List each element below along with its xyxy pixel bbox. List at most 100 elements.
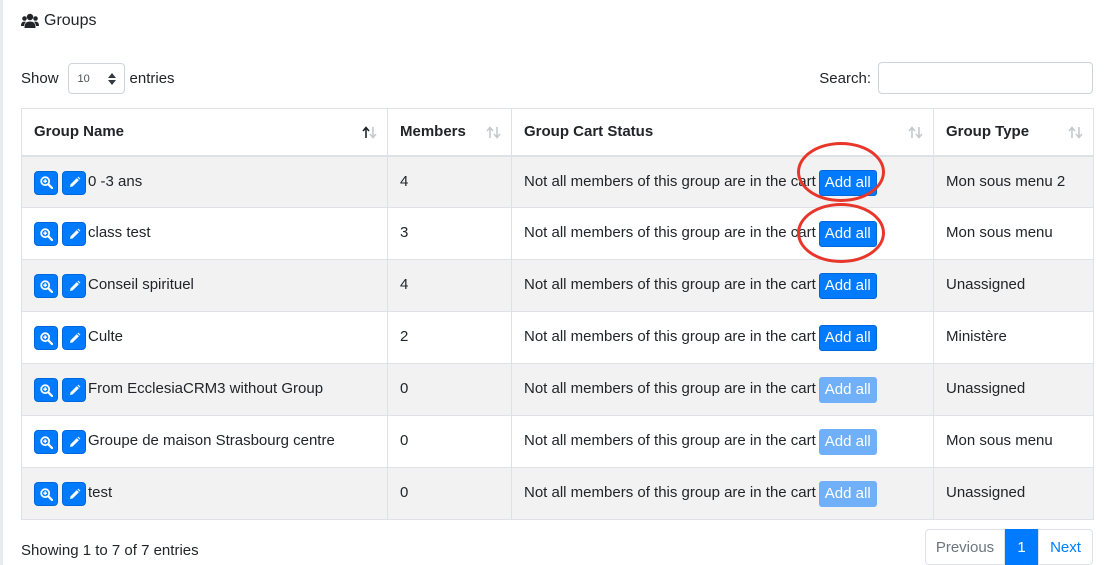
cell-members: 2 bbox=[387, 311, 512, 364]
group-name[interactable]: Conseil spirituel bbox=[88, 276, 194, 293]
pencil-icon bbox=[69, 332, 80, 343]
view-group-button[interactable] bbox=[34, 430, 58, 454]
group-name[interactable]: From EcclesiaCRM3 without Group bbox=[88, 380, 323, 397]
cell-group-type: Mon sous menu bbox=[933, 207, 1094, 260]
pencil-icon bbox=[69, 384, 80, 395]
sort-icon bbox=[908, 126, 923, 139]
cell-group-type: Ministère bbox=[933, 311, 1094, 364]
zoom-in-icon bbox=[39, 279, 53, 293]
sort-asc-icon bbox=[362, 126, 377, 139]
cart-status-text: Not all members of this group are in the… bbox=[524, 224, 816, 241]
add-all-button[interactable]: Add all bbox=[818, 481, 877, 507]
edit-group-button[interactable] bbox=[62, 170, 86, 195]
cell-group-name: Groupe de maison Strasbourg centre bbox=[21, 415, 388, 468]
entries-select-value: 10 bbox=[77, 72, 90, 85]
entries-label: entries bbox=[129, 70, 175, 87]
group-name[interactable]: class test bbox=[88, 224, 151, 241]
table-header-row: Group Name Members Group Cart Status Gro… bbox=[21, 108, 1094, 157]
edit-group-button[interactable] bbox=[62, 482, 86, 506]
table-row: Groupe de maison Strasbourg centre 0 Not… bbox=[21, 415, 1094, 468]
edit-group-button[interactable] bbox=[62, 222, 86, 246]
column-header-members[interactable]: Members bbox=[387, 108, 512, 157]
add-all-button[interactable]: Add all bbox=[818, 377, 877, 403]
column-header-cart-status[interactable]: Group Cart Status bbox=[511, 108, 934, 157]
view-group-button[interactable] bbox=[34, 222, 58, 246]
zoom-in-icon bbox=[39, 227, 53, 241]
table-row: From EcclesiaCRM3 without Group 0 Not al… bbox=[21, 363, 1094, 416]
view-group-button[interactable] bbox=[34, 482, 58, 506]
users-icon bbox=[21, 13, 39, 28]
cell-group-type: Unassigned bbox=[933, 363, 1094, 416]
updown-caret-icon bbox=[107, 72, 116, 85]
edit-group-button[interactable] bbox=[62, 430, 86, 454]
left-edge bbox=[0, 0, 3, 565]
cell-group-name: 0 -3 ans bbox=[21, 155, 388, 208]
group-name[interactable]: Culte bbox=[88, 328, 123, 345]
add-all-button[interactable]: Add all bbox=[818, 325, 877, 351]
pagination-next[interactable]: Next bbox=[1038, 529, 1093, 565]
table-row: Conseil spirituel 4 Not all members of t… bbox=[21, 259, 1094, 312]
group-name[interactable]: 0 -3 ans bbox=[88, 173, 142, 190]
pagination-page-1[interactable]: 1 bbox=[1005, 529, 1038, 565]
row-actions bbox=[34, 430, 90, 454]
cell-group-name: class test bbox=[21, 207, 388, 260]
row-actions bbox=[34, 170, 90, 195]
add-all-button[interactable]: Add all bbox=[818, 429, 877, 455]
cell-group-name: test bbox=[21, 467, 388, 520]
cell-cart-status: Not all members of this group are in the… bbox=[511, 467, 934, 520]
cell-group-name: From EcclesiaCRM3 without Group bbox=[21, 363, 388, 416]
pagination: Previous 1 Next bbox=[925, 529, 1093, 565]
cell-members: 0 bbox=[387, 415, 512, 468]
pencil-icon bbox=[69, 436, 80, 447]
cell-cart-status: Not all members of this group are in the… bbox=[511, 363, 934, 416]
search-input[interactable] bbox=[878, 62, 1093, 94]
pencil-icon bbox=[69, 228, 80, 239]
add-all-button[interactable]: Add all bbox=[818, 273, 877, 299]
cell-cart-status: Not all members of this group are in the… bbox=[511, 259, 934, 312]
row-actions bbox=[34, 222, 90, 246]
table-body: 0 -3 ans 4 Not all members of this group… bbox=[21, 155, 1094, 520]
cell-group-type: Unassigned bbox=[933, 467, 1094, 520]
cell-members: 4 bbox=[387, 155, 512, 208]
column-header-group-name[interactable]: Group Name bbox=[21, 108, 388, 157]
page-title: Groups bbox=[44, 12, 97, 29]
pencil-icon bbox=[69, 176, 80, 187]
column-header-group-type[interactable]: Group Type bbox=[933, 108, 1094, 157]
table-row: 0 -3 ans 4 Not all members of this group… bbox=[21, 155, 1094, 208]
table-row: class test 3 Not all members of this gro… bbox=[21, 207, 1094, 260]
cart-status-text: Not all members of this group are in the… bbox=[524, 172, 816, 190]
cart-status-text: Not all members of this group are in the… bbox=[524, 328, 816, 345]
pencil-icon bbox=[69, 280, 80, 291]
pencil-icon bbox=[69, 488, 80, 499]
page-header: Groups bbox=[21, 12, 96, 30]
edit-group-button[interactable] bbox=[62, 326, 86, 350]
view-group-button[interactable] bbox=[34, 170, 58, 195]
add-all-button[interactable]: Add all bbox=[818, 221, 877, 247]
cell-members: 3 bbox=[387, 207, 512, 260]
view-group-button[interactable] bbox=[34, 274, 58, 298]
cell-cart-status: Not all members of this group are in the… bbox=[511, 207, 934, 260]
table-row: Culte 2 Not all members of this group ar… bbox=[21, 311, 1094, 364]
pagination-previous[interactable]: Previous bbox=[925, 529, 1005, 565]
cell-members: 0 bbox=[387, 363, 512, 416]
view-group-button[interactable] bbox=[34, 326, 58, 350]
group-name[interactable]: test bbox=[88, 484, 112, 501]
cart-status-text: Not all members of this group are in the… bbox=[524, 276, 816, 293]
entries-select[interactable]: 10 bbox=[67, 63, 125, 94]
zoom-in-icon bbox=[39, 383, 53, 397]
zoom-in-icon bbox=[39, 487, 53, 501]
cell-cart-status: Not all members of this group are in the… bbox=[511, 415, 934, 468]
row-actions bbox=[34, 378, 90, 402]
zoom-in-icon bbox=[39, 176, 53, 189]
sort-icon bbox=[486, 126, 501, 139]
cell-members: 0 bbox=[387, 467, 512, 520]
add-all-button[interactable]: Add all bbox=[818, 169, 877, 196]
group-name[interactable]: Groupe de maison Strasbourg centre bbox=[88, 432, 335, 449]
zoom-in-icon bbox=[39, 331, 53, 345]
edit-group-button[interactable] bbox=[62, 378, 86, 402]
view-group-button[interactable] bbox=[34, 378, 58, 402]
table-row: test 0 Not all members of this group are… bbox=[21, 467, 1094, 520]
search-label: Search: bbox=[819, 69, 871, 87]
edit-group-button[interactable] bbox=[62, 274, 86, 298]
cell-group-name: Culte bbox=[21, 311, 388, 364]
